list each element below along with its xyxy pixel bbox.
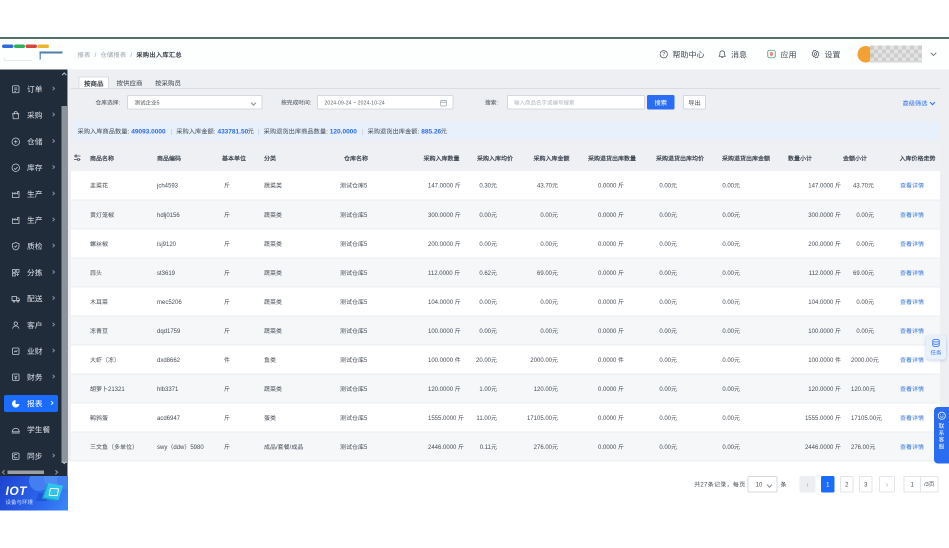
svg-text:?: ? — [662, 51, 665, 58]
